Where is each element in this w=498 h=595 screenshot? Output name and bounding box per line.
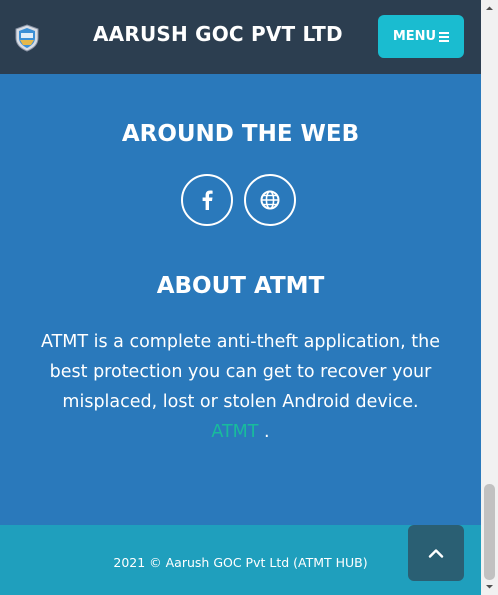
navbar: AARUSH GOC PVT LTD MENU <box>0 0 481 74</box>
about-title: ABOUT ATMT <box>156 273 325 299</box>
menu-label: MENU <box>392 29 437 44</box>
hamburger-icon <box>439 32 450 42</box>
scrollbar[interactable] <box>481 0 498 595</box>
facebook-button[interactable] <box>181 174 233 226</box>
scrollbar-thumb[interactable] <box>484 484 495 580</box>
scroll-to-top-button[interactable] <box>408 525 464 581</box>
website-button[interactable] <box>244 174 296 226</box>
atmt-link[interactable]: ATMT <box>211 422 258 442</box>
facebook-icon <box>202 190 213 210</box>
about-suffix: . <box>258 422 270 442</box>
about-text: ATMT is a complete anti-theft applicatio… <box>20 327 461 447</box>
footer-section: AROUND THE WEB ABOUT ATMT ATMT is a comp… <box>0 74 481 525</box>
around-the-web-title: AROUND THE WEB <box>121 121 360 147</box>
brand-title[interactable]: AARUSH GOC PVT LTD <box>93 22 343 46</box>
scroll-up-arrow-icon[interactable] <box>485 4 494 13</box>
scroll-down-arrow-icon[interactable] <box>485 582 494 591</box>
menu-button[interactable]: MENU <box>378 15 464 58</box>
shield-logo-icon[interactable] <box>14 24 40 52</box>
globe-icon <box>260 190 280 210</box>
chevron-up-icon <box>428 549 444 558</box>
about-description: ATMT is a complete anti-theft applicatio… <box>40 332 440 412</box>
